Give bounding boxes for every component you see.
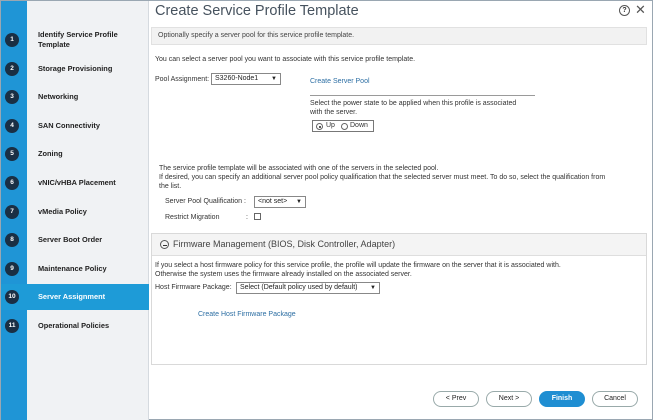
step-number-badge: 11: [5, 319, 19, 333]
step-number-badge: 9: [5, 261, 19, 276]
step-number-badge: 8: [5, 233, 19, 248]
close-icon[interactable]: ✕: [635, 3, 646, 17]
wizard-step-9[interactable]: 9 Maintenance Policy: [1, 256, 149, 282]
dialog-window: 1 Identify Service Profile Template 2 Stora…: [0, 0, 653, 420]
server-pool-qualification-select[interactable]: <not set> ▼: [254, 196, 306, 208]
power-up-radio[interactable]: [316, 123, 323, 130]
step-label: Operational Policies: [38, 321, 110, 330]
qualification-text-3: the list.: [159, 183, 182, 190]
wizard-step-6[interactable]: 6 vNIC/vHBA Placement: [1, 170, 149, 196]
step-number-badge: 7: [5, 204, 19, 219]
wizard-step-1[interactable]: 1 Identify Service Profile Template: [1, 27, 149, 53]
step-label: vMedia Policy: [38, 206, 87, 216]
step-number-badge: 6: [5, 176, 19, 190]
help-icon[interactable]: ?: [619, 5, 630, 16]
chevron-down-icon: ▼: [296, 199, 302, 205]
step-number-badge: 4: [5, 118, 19, 133]
wizard-step-7[interactable]: 7 vMedia Policy: [1, 199, 149, 225]
firmware-text-1: If you select a host firmware policy for…: [155, 262, 561, 269]
wizard-sidebar: 1 Identify Service Profile Template 2 Stora…: [1, 1, 149, 420]
restrict-migration-checkbox[interactable]: [254, 213, 261, 220]
step-label: Server Boot Order: [38, 235, 103, 245]
chevron-down-icon: ▼: [370, 285, 376, 291]
step-label: Server Assignment: [38, 292, 106, 302]
power-state-text-1: Select the power state to be applied whe…: [310, 100, 517, 107]
wizard-step-5[interactable]: 5 Zoning: [1, 141, 149, 167]
finish-button[interactable]: Finish: [539, 391, 585, 407]
step-number-badge: 5: [5, 147, 19, 162]
cancel-button[interactable]: Cancel: [592, 391, 638, 407]
create-host-firmware-package-link[interactable]: Create Host Firmware Package: [198, 311, 296, 318]
power-state-text-2: with the server.: [310, 109, 358, 116]
restrict-migration-label: Restrict Migration: [165, 214, 220, 221]
next-button[interactable]: Next >: [486, 391, 532, 407]
wizard-step-11[interactable]: 11 Operational Policies: [1, 313, 149, 339]
qualification-text-1: The service profile template will be ass…: [159, 165, 439, 172]
dialog-title: Create Service Profile Template: [155, 3, 359, 19]
power-up-label: Up: [326, 122, 335, 129]
power-down-label: Down: [350, 122, 368, 129]
power-state-radio-group: Up Down: [312, 120, 374, 132]
host-firmware-package-select[interactable]: Select (Default policy used by default) …: [236, 282, 380, 294]
pool-assignment-label: Pool Assignment:: [155, 76, 210, 83]
firmware-management-panel: Firmware Management (BIOS, Disk Controll…: [151, 233, 647, 365]
server-pool-qualification-label: Server Pool Qualification :: [165, 198, 246, 205]
step-number-badge: 2: [5, 61, 19, 76]
wizard-step-4[interactable]: 4 SAN Connectivity: [1, 113, 149, 139]
step-label: Storage Provisioning: [38, 63, 113, 73]
wizard-step-2[interactable]: 2 Storage Provisioning: [1, 56, 149, 82]
step-label: vNIC/vHBA Placement: [38, 178, 116, 187]
server-pool-qualification-value: <not set>: [258, 198, 288, 205]
power-down-radio[interactable]: [341, 123, 348, 130]
pool-intro-text: You can select a server pool you want to…: [155, 56, 416, 63]
step-number-badge: 3: [5, 90, 19, 105]
info-bar: Optionally specify a server pool for thi…: [151, 27, 647, 45]
host-firmware-package-label: Host Firmware Package:: [155, 284, 232, 291]
wizard-step-3[interactable]: 3 Networking: [1, 84, 149, 110]
step-number-badge: 1: [5, 33, 19, 47]
prev-button[interactable]: < Prev: [433, 391, 479, 407]
pool-assignment-select[interactable]: S3260-Node1 ▼: [211, 73, 281, 85]
divider: [310, 95, 535, 96]
collapse-icon[interactable]: [160, 240, 169, 249]
step-number-badge: 10: [5, 290, 19, 305]
host-firmware-package-value: Select (Default policy used by default): [240, 284, 358, 291]
restrict-migration-colon: :: [246, 214, 248, 221]
firmware-management-title: Firmware Management (BIOS, Disk Controll…: [173, 239, 396, 249]
step-label: Networking: [38, 92, 79, 102]
step-label: Identify Service Profile Template: [38, 30, 118, 49]
step-label: SAN Connectivity: [38, 120, 101, 130]
wizard-step-8[interactable]: 8 Server Boot Order: [1, 227, 149, 253]
firmware-text-2: Otherwise the system uses the firmware a…: [155, 271, 412, 278]
step-label: Maintenance Policy: [38, 263, 107, 273]
pool-assignment-value: S3260-Node1: [215, 75, 259, 82]
step-label: Zoning: [38, 149, 63, 159]
create-server-pool-link[interactable]: Create Server Pool: [310, 78, 370, 85]
qualification-text-2: If desired, you can specify an additiona…: [159, 174, 606, 181]
firmware-management-header[interactable]: Firmware Management (BIOS, Disk Controll…: [152, 234, 646, 256]
wizard-step-10[interactable]: 10 Server Assignment: [1, 284, 149, 311]
chevron-down-icon: ▼: [271, 76, 277, 82]
